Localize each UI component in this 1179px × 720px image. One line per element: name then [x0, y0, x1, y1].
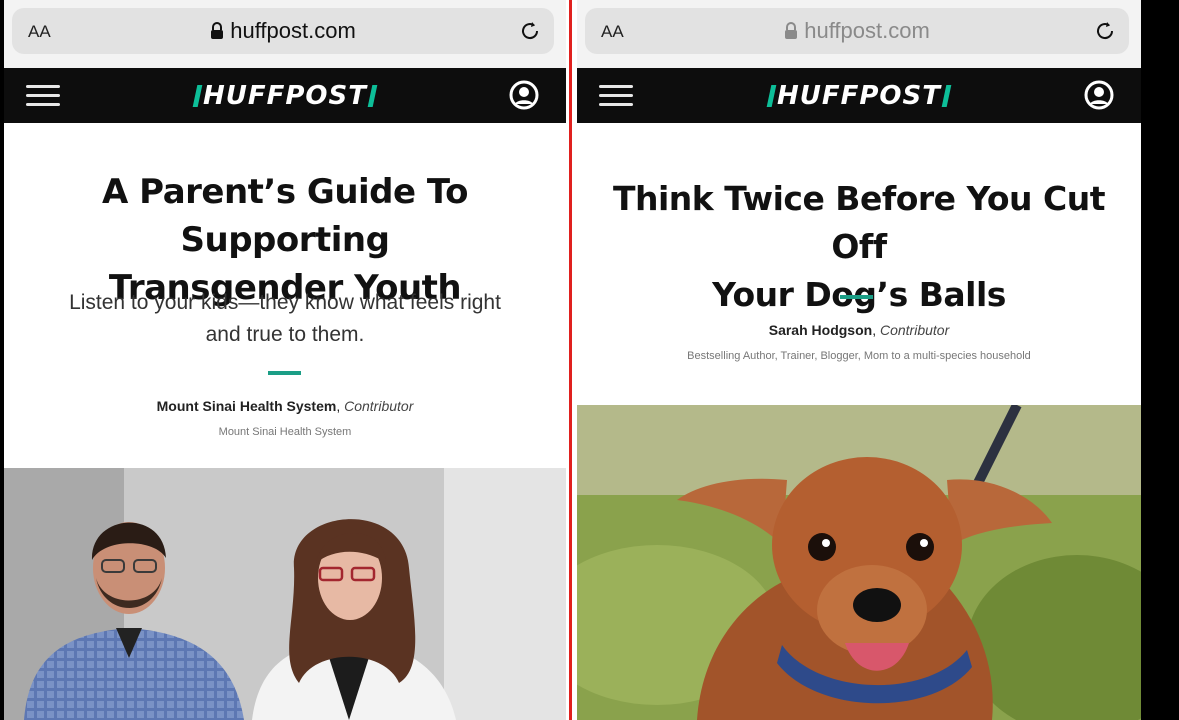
url-display[interactable]: huffpost.com: [12, 18, 554, 44]
reload-icon[interactable]: [518, 19, 542, 43]
author-name[interactable]: Mount Sinai Health System: [157, 398, 337, 414]
left-screenshot: AA huffpost.com HUFFPOST A Parent’s Guid…: [4, 0, 566, 720]
right-screenshot: AA huffpost.com HUFFPOST Think Twice Bef…: [577, 0, 1141, 720]
byline: Mount Sinai Health System, Contributor: [156, 398, 414, 414]
site-header: HUFFPOST: [577, 68, 1141, 123]
address-bar[interactable]: AA huffpost.com: [12, 8, 554, 54]
account-icon[interactable]: [508, 79, 540, 111]
account-icon[interactable]: [1083, 79, 1115, 111]
accent-rule: [840, 295, 873, 299]
author-bio: Bestselling Author, Trainer, Blogger, Mo…: [687, 350, 1031, 362]
accent-rule: [268, 371, 301, 375]
article-photo: [577, 405, 1141, 720]
author-role: Contributor: [879, 322, 950, 338]
site-header: HUFFPOST: [4, 68, 566, 123]
article-dek: Listen to your kids—they know what feels…: [69, 291, 501, 346]
reload-icon[interactable]: [1093, 19, 1117, 43]
site-logo[interactable]: HUFFPOST: [4, 81, 566, 111]
url-text: huffpost.com: [804, 18, 930, 43]
byline: Sarah Hodgson, Contributor: [768, 322, 950, 338]
author-role: Contributor: [344, 398, 414, 414]
author-name[interactable]: Sarah Hodgson: [769, 322, 872, 338]
red-divider: [566, 0, 577, 720]
address-bar[interactable]: AA huffpost.com: [585, 8, 1129, 54]
lock-icon: [211, 22, 224, 39]
url-text: huffpost.com: [230, 18, 356, 43]
browser-toolbar: AA huffpost.com: [4, 0, 566, 68]
url-display[interactable]: huffpost.com: [585, 18, 1129, 44]
site-logo[interactable]: HUFFPOST: [577, 81, 1141, 111]
lock-icon: [785, 22, 798, 39]
author-bio: Mount Sinai Health System: [218, 426, 352, 438]
browser-toolbar: AA huffpost.com: [577, 0, 1141, 68]
right-margin: [1141, 0, 1179, 720]
article-photo: [4, 468, 566, 720]
